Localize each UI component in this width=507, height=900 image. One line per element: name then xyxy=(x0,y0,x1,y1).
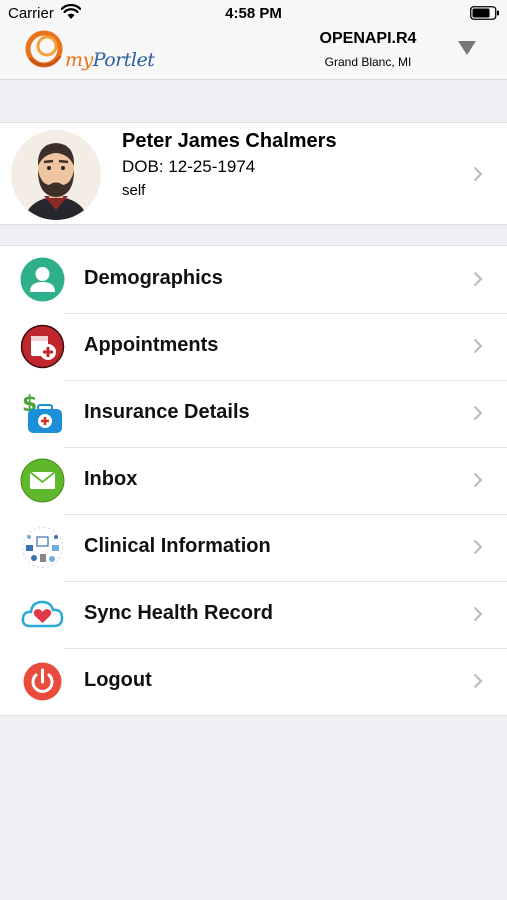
chevron-right-icon xyxy=(473,166,483,182)
chevron-right-icon xyxy=(473,606,483,622)
organization-location[interactable]: Grand Blanc, MI xyxy=(303,55,433,69)
triangle-down-icon[interactable] xyxy=(458,41,476,55)
menu-label: Clinical Information xyxy=(84,535,271,557)
menu-item-sync-health-record[interactable]: Sync Health Record xyxy=(0,581,507,648)
person-icon xyxy=(20,257,65,302)
chevron-right-icon xyxy=(473,338,483,354)
myportlet-logo: myPortlet xyxy=(22,28,155,76)
main-menu: Demographics Appointments $ Insurance De… xyxy=(0,245,507,716)
patient-profile-row[interactable]: Peter James Chalmers DOB: 12-25-1974 sel… xyxy=(0,122,507,225)
menu-label: Inbox xyxy=(84,468,138,490)
avatar-icon xyxy=(25,143,87,220)
patient-dob: DOB: 12-25-1974 xyxy=(122,157,256,176)
clinical-icon xyxy=(22,527,63,568)
menu-item-logout[interactable]: Logout xyxy=(0,648,507,715)
patient-name: Peter James Chalmers xyxy=(122,130,337,152)
chevron-right-icon xyxy=(473,539,483,555)
menu-label: Sync Health Record xyxy=(84,602,273,624)
chevron-right-icon xyxy=(473,673,483,689)
cloud-heart-icon xyxy=(21,600,64,628)
patient-relation: self xyxy=(122,182,146,199)
menu-item-appointments[interactable]: Appointments xyxy=(0,313,507,380)
app-header: myPortlet OPENAPI.R4 Grand Blanc, MI xyxy=(0,28,507,80)
envelope-icon xyxy=(20,458,65,503)
logo-text: myPortlet xyxy=(65,49,155,71)
status-time: 4:58 PM xyxy=(225,5,282,22)
insurance-bag-icon: $ xyxy=(22,392,62,433)
menu-item-inbox[interactable]: Inbox xyxy=(0,447,507,514)
chevron-right-icon xyxy=(473,472,483,488)
chevron-right-icon xyxy=(473,271,483,287)
menu-label: Appointments xyxy=(84,334,219,356)
chevron-right-icon xyxy=(473,405,483,421)
organization-name[interactable]: OPENAPI.R4 xyxy=(303,30,433,48)
menu-label: Logout xyxy=(84,669,152,691)
avatar xyxy=(11,130,101,220)
menu-label: Insurance Details xyxy=(84,401,250,423)
calendar-plus-icon xyxy=(20,324,65,369)
menu-item-clinical-information[interactable]: Clinical Information xyxy=(0,514,507,581)
power-icon xyxy=(23,662,62,701)
menu-label: Demographics xyxy=(84,267,223,289)
status-bar: Carrier 4:58 PM xyxy=(0,0,507,28)
battery-icon xyxy=(470,6,499,20)
menu-item-insurance-details[interactable]: $ Insurance Details xyxy=(0,380,507,447)
menu-item-demographics[interactable]: Demographics xyxy=(0,246,507,313)
